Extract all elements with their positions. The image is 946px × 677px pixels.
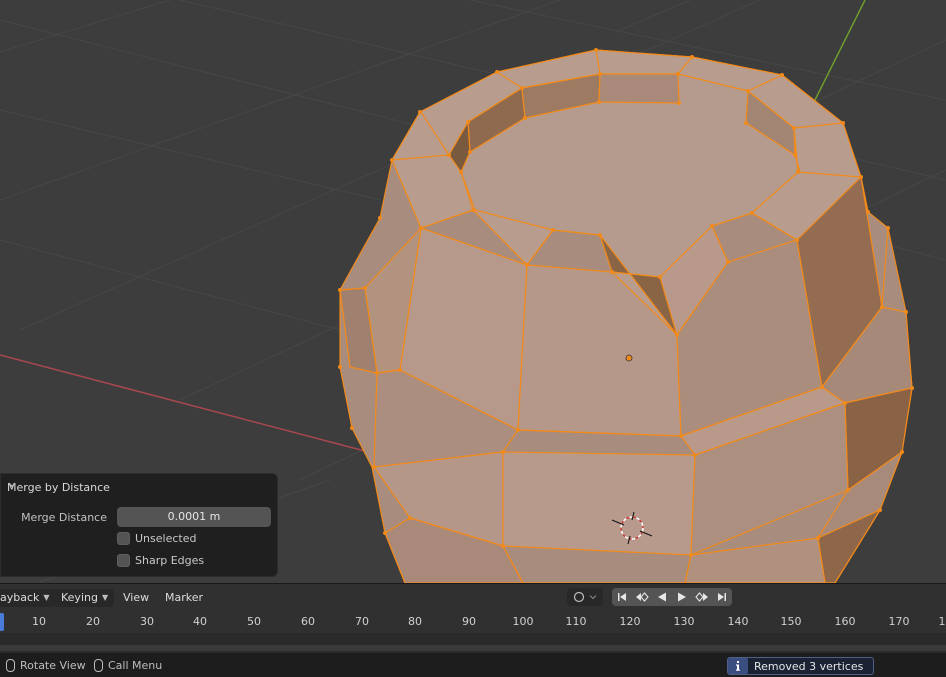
play-icon xyxy=(678,592,686,602)
chevron-down-icon xyxy=(589,595,597,600)
frame-ruler[interactable]: 10 20 30 40 50 60 70 80 90 100 110 120 1… xyxy=(0,611,946,633)
chevron-down-icon: ▼ xyxy=(101,593,109,602)
jump-end-button[interactable] xyxy=(712,588,732,606)
hint-rotate-view: Rotate View xyxy=(6,659,86,672)
sharp-edges-label: Sharp Edges xyxy=(135,554,205,567)
frame-number: 90 xyxy=(462,615,476,628)
next-keyframe-button[interactable] xyxy=(692,588,712,606)
merge-distance-label: Merge Distance xyxy=(21,511,107,524)
frame-number: 10 xyxy=(32,615,46,628)
prev-keyframe-icon xyxy=(636,592,649,602)
hint-call-menu-label: Call Menu xyxy=(108,659,163,672)
jump-start-icon xyxy=(618,593,626,601)
auto-keying-toggle[interactable] xyxy=(567,588,603,606)
frame-number: 50 xyxy=(247,615,261,628)
marker-menu[interactable]: Marker xyxy=(159,589,209,607)
unselected-checkbox[interactable] xyxy=(117,532,130,545)
report-message[interactable]: Removed 3 vertices xyxy=(727,657,874,675)
status-bar: Rotate View Call Menu Removed 3 vertices xyxy=(0,655,946,677)
x-axis-line xyxy=(0,354,381,456)
hint-call-menu: Call Menu xyxy=(94,659,162,672)
frame-number: 170 xyxy=(888,615,910,628)
sharp-edges-option[interactable]: Sharp Edges xyxy=(117,554,204,567)
merge-distance-field[interactable]: 0.0001 m xyxy=(117,507,271,527)
timeline-header: ayback ▼ Keying ▼ View Marker xyxy=(0,583,946,611)
frame-number: 60 xyxy=(301,615,315,628)
redo-last-panel[interactable]: Merge by Distance Merge Distance 0.0001 … xyxy=(0,473,278,577)
playback-menu[interactable]: ayback ▼ xyxy=(0,589,56,607)
sharp-edges-checkbox[interactable] xyxy=(117,554,130,567)
frame-number: 30 xyxy=(140,615,154,628)
jump-start-button[interactable] xyxy=(612,588,632,606)
frame-number: 120 xyxy=(619,615,641,628)
current-frame-indicator[interactable] xyxy=(0,613,4,631)
info-icon xyxy=(728,658,748,674)
play-reverse-icon xyxy=(658,592,666,602)
frame-number: 160 xyxy=(834,615,856,628)
frame-number: 110 xyxy=(565,615,587,628)
next-keyframe-icon xyxy=(695,592,708,602)
frame-number: 70 xyxy=(355,615,369,628)
frame-number: 130 xyxy=(673,615,695,628)
frame-number: 80 xyxy=(408,615,422,628)
frame-number: 100 xyxy=(512,615,534,628)
playback-label: ayback xyxy=(0,591,40,604)
play-reverse-button[interactable] xyxy=(652,588,672,606)
panel-header[interactable]: Merge by Distance xyxy=(7,480,110,494)
panel-title: Merge by Distance xyxy=(7,480,110,494)
mesh-object[interactable] xyxy=(339,49,913,583)
mouse-middle-icon xyxy=(6,659,15,672)
prev-keyframe-button[interactable] xyxy=(632,588,652,606)
frame-number: 20 xyxy=(86,615,100,628)
report-text: Removed 3 vertices xyxy=(754,659,864,673)
frame-number: 40 xyxy=(193,615,207,628)
frame-number: 1 xyxy=(938,615,946,628)
frame-number: 140 xyxy=(727,615,749,628)
mouse-right-icon xyxy=(94,659,103,672)
keying-menu[interactable]: Keying ▼ xyxy=(55,589,115,607)
frame-number: 150 xyxy=(780,615,802,628)
unselected-option[interactable]: Unselected xyxy=(117,532,196,545)
record-icon xyxy=(573,591,585,603)
timeline-scrollbar[interactable] xyxy=(0,645,946,651)
unselected-label: Unselected xyxy=(135,532,197,545)
play-button[interactable] xyxy=(672,588,692,606)
view-menu[interactable]: View xyxy=(117,589,155,607)
3d-viewport[interactable]: Merge by Distance Merge Distance 0.0001 … xyxy=(0,0,946,583)
playback-controls xyxy=(612,588,732,606)
keying-label: Keying xyxy=(61,591,98,604)
jump-end-icon xyxy=(718,593,726,601)
chevron-down-icon: ▼ xyxy=(43,593,50,602)
hint-rotate-label: Rotate View xyxy=(20,659,86,672)
chevron-down-icon[interactable] xyxy=(7,480,17,490)
object-origin-dot[interactable] xyxy=(625,354,633,362)
y-axis-line xyxy=(809,0,866,111)
